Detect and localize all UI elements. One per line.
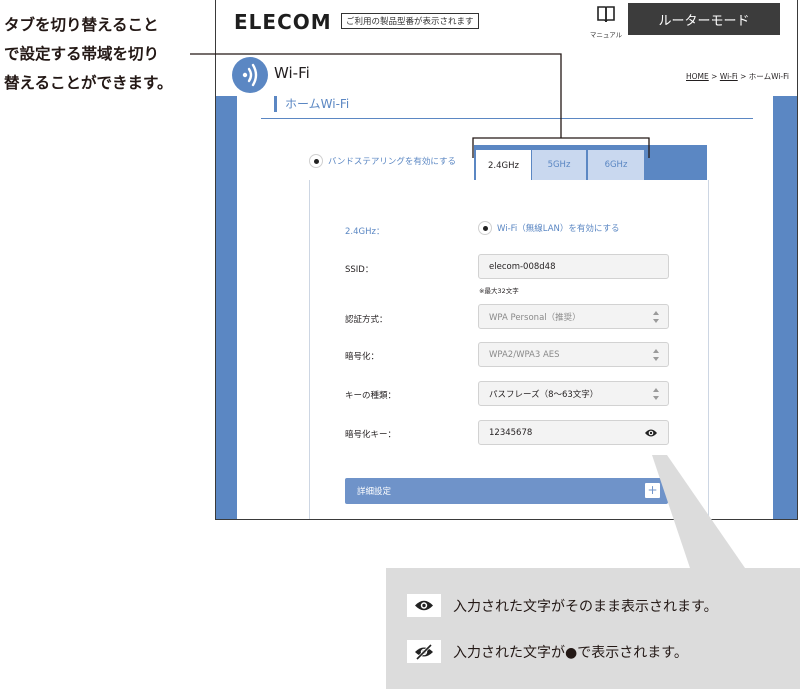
eye-slash-icon bbox=[407, 640, 441, 663]
info-show-text: 入力された文字がそのまま表示されます。 bbox=[453, 598, 718, 615]
info-hide-row: 入力された文字が●で表示されます。 bbox=[407, 640, 688, 663]
info-box bbox=[386, 568, 800, 689]
info-hide-text: 入力された文字が●で表示されます。 bbox=[453, 644, 688, 661]
eye-icon bbox=[407, 594, 441, 617]
info-show-row: 入力された文字がそのまま表示されます。 bbox=[407, 594, 718, 617]
